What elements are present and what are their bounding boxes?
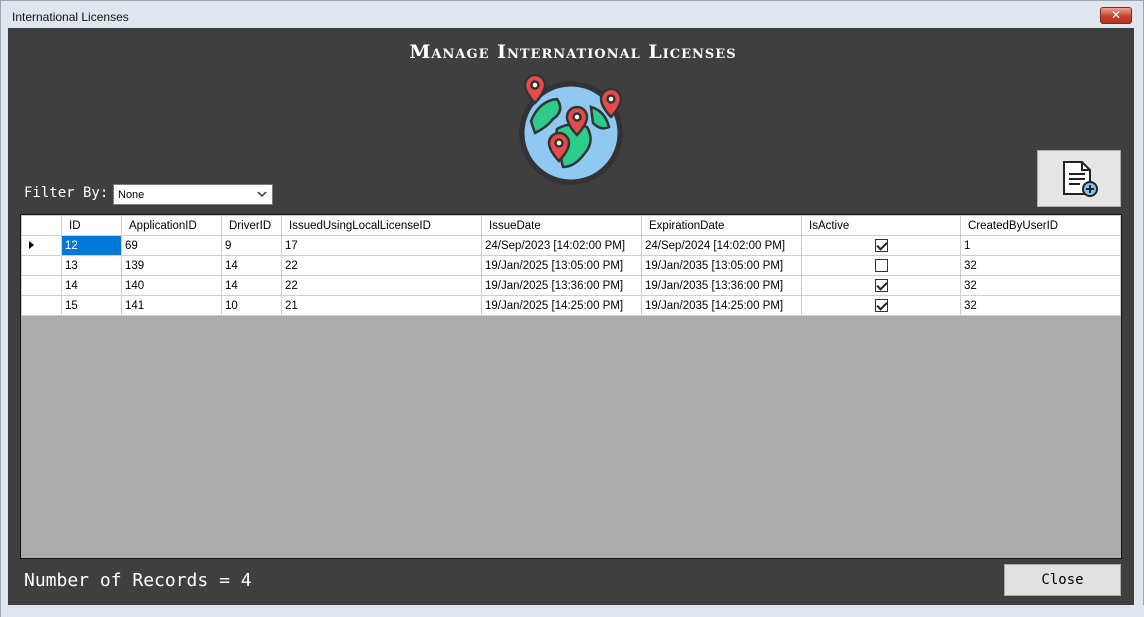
cell-id[interactable]: 12 bbox=[61, 235, 122, 256]
column-header[interactable]: CreatedByUserID bbox=[960, 215, 1121, 236]
row-header[interactable] bbox=[21, 275, 62, 296]
row-header[interactable] bbox=[21, 295, 62, 316]
cell-created-by[interactable]: 32 bbox=[960, 295, 1121, 316]
cell-expiration-date[interactable]: 24/Sep/2024 [14:02:00 PM] bbox=[641, 235, 802, 256]
is-active-checkbox[interactable] bbox=[874, 279, 888, 292]
row-header[interactable] bbox=[21, 235, 62, 256]
cell-driver-id[interactable]: 10 bbox=[221, 295, 282, 316]
filter-dropdown[interactable]: None bbox=[113, 184, 273, 205]
table-row[interactable]: 13 139 14 22 19/Jan/2025 [13:05:00 PM] 1… bbox=[21, 255, 1121, 276]
cell-id[interactable]: 15 bbox=[61, 295, 122, 316]
table-row[interactable]: 12 69 9 17 24/Sep/2023 [14:02:00 PM] 24/… bbox=[21, 235, 1121, 256]
row-header[interactable] bbox=[21, 255, 62, 276]
add-international-license-button[interactable] bbox=[1037, 150, 1121, 207]
window-title: International Licenses bbox=[12, 10, 129, 24]
column-header[interactable]: IsActive bbox=[801, 215, 961, 236]
cell-application-id[interactable]: 139 bbox=[121, 255, 222, 276]
column-header[interactable]: IssueDate bbox=[481, 215, 642, 236]
page-title: Manage International Licenses bbox=[409, 41, 737, 63]
is-active-checkbox[interactable] bbox=[874, 259, 888, 272]
cell-application-id[interactable]: 69 bbox=[121, 235, 222, 256]
column-header[interactable]: IssuedUsingLocalLicenseID bbox=[281, 215, 482, 236]
column-header[interactable]: ApplicationID bbox=[121, 215, 222, 236]
cell-application-id[interactable]: 140 bbox=[121, 275, 222, 296]
record-count: Number of Records = 4 bbox=[24, 570, 252, 591]
cell-created-by[interactable]: 32 bbox=[960, 275, 1121, 296]
grid-header-row: ID ApplicationID DriverID IssuedUsingLoc… bbox=[21, 215, 1121, 236]
cell-local-license-id[interactable]: 22 bbox=[281, 275, 482, 296]
window-bottom-border bbox=[1, 605, 1144, 617]
cell-local-license-id[interactable]: 22 bbox=[281, 255, 482, 276]
column-header[interactable]: ExpirationDate bbox=[641, 215, 802, 236]
cell-id[interactable]: 13 bbox=[61, 255, 122, 276]
cell-expiration-date[interactable]: 19/Jan/2035 [13:36:00 PM] bbox=[641, 275, 802, 296]
cell-is-active[interactable] bbox=[801, 295, 961, 316]
cell-is-active[interactable] bbox=[801, 275, 961, 296]
table-row[interactable]: 14 140 14 22 19/Jan/2025 [13:36:00 PM] 1… bbox=[21, 275, 1121, 296]
cell-expiration-date[interactable]: 19/Jan/2035 [13:05:00 PM] bbox=[641, 255, 802, 276]
filter-selected-value: None bbox=[118, 189, 145, 201]
cell-local-license-id[interactable]: 17 bbox=[281, 235, 482, 256]
cell-driver-id[interactable]: 14 bbox=[221, 255, 282, 276]
cell-issue-date[interactable]: 19/Jan/2025 [13:05:00 PM] bbox=[481, 255, 642, 276]
chevron-down-icon bbox=[257, 191, 267, 198]
cell-issue-date[interactable]: 24/Sep/2023 [14:02:00 PM] bbox=[481, 235, 642, 256]
cell-driver-id[interactable]: 9 bbox=[221, 235, 282, 256]
table-row[interactable]: 15 141 10 21 19/Jan/2025 [14:25:00 PM] 1… bbox=[21, 295, 1121, 316]
row-header-corner bbox=[21, 215, 62, 236]
cell-expiration-date[interactable]: 19/Jan/2035 [14:25:00 PM] bbox=[641, 295, 802, 316]
close-button[interactable]: Close bbox=[1004, 564, 1121, 596]
current-row-arrow-icon bbox=[29, 240, 34, 249]
cell-is-active[interactable] bbox=[801, 235, 961, 256]
cell-local-license-id[interactable]: 21 bbox=[281, 295, 482, 316]
document-add-icon bbox=[1063, 161, 1098, 197]
title-bar: International Licenses ✕ bbox=[1, 1, 1144, 29]
window: International Licenses ✕ Manage Internat… bbox=[0, 0, 1144, 617]
cell-application-id[interactable]: 141 bbox=[121, 295, 222, 316]
cell-id[interactable]: 14 bbox=[61, 275, 122, 296]
cell-is-active[interactable] bbox=[801, 255, 961, 276]
column-header[interactable]: ID bbox=[61, 215, 122, 236]
cell-issue-date[interactable]: 19/Jan/2025 [13:36:00 PM] bbox=[481, 275, 642, 296]
cell-driver-id[interactable]: 14 bbox=[221, 275, 282, 296]
cell-created-by[interactable]: 1 bbox=[960, 235, 1121, 256]
filter-label: Filter By: bbox=[24, 185, 109, 201]
globe-map-pins-icon bbox=[519, 73, 623, 185]
window-close-button[interactable]: ✕ bbox=[1100, 7, 1132, 24]
licenses-grid[interactable]: ID ApplicationID DriverID IssuedUsingLoc… bbox=[20, 214, 1122, 559]
column-header[interactable]: DriverID bbox=[221, 215, 282, 236]
is-active-checkbox[interactable] bbox=[874, 299, 888, 312]
cell-issue-date[interactable]: 19/Jan/2025 [14:25:00 PM] bbox=[481, 295, 642, 316]
is-active-checkbox[interactable] bbox=[874, 239, 888, 252]
cell-created-by[interactable]: 32 bbox=[960, 255, 1121, 276]
licenses-table: ID ApplicationID DriverID IssuedUsingLoc… bbox=[21, 215, 1121, 316]
